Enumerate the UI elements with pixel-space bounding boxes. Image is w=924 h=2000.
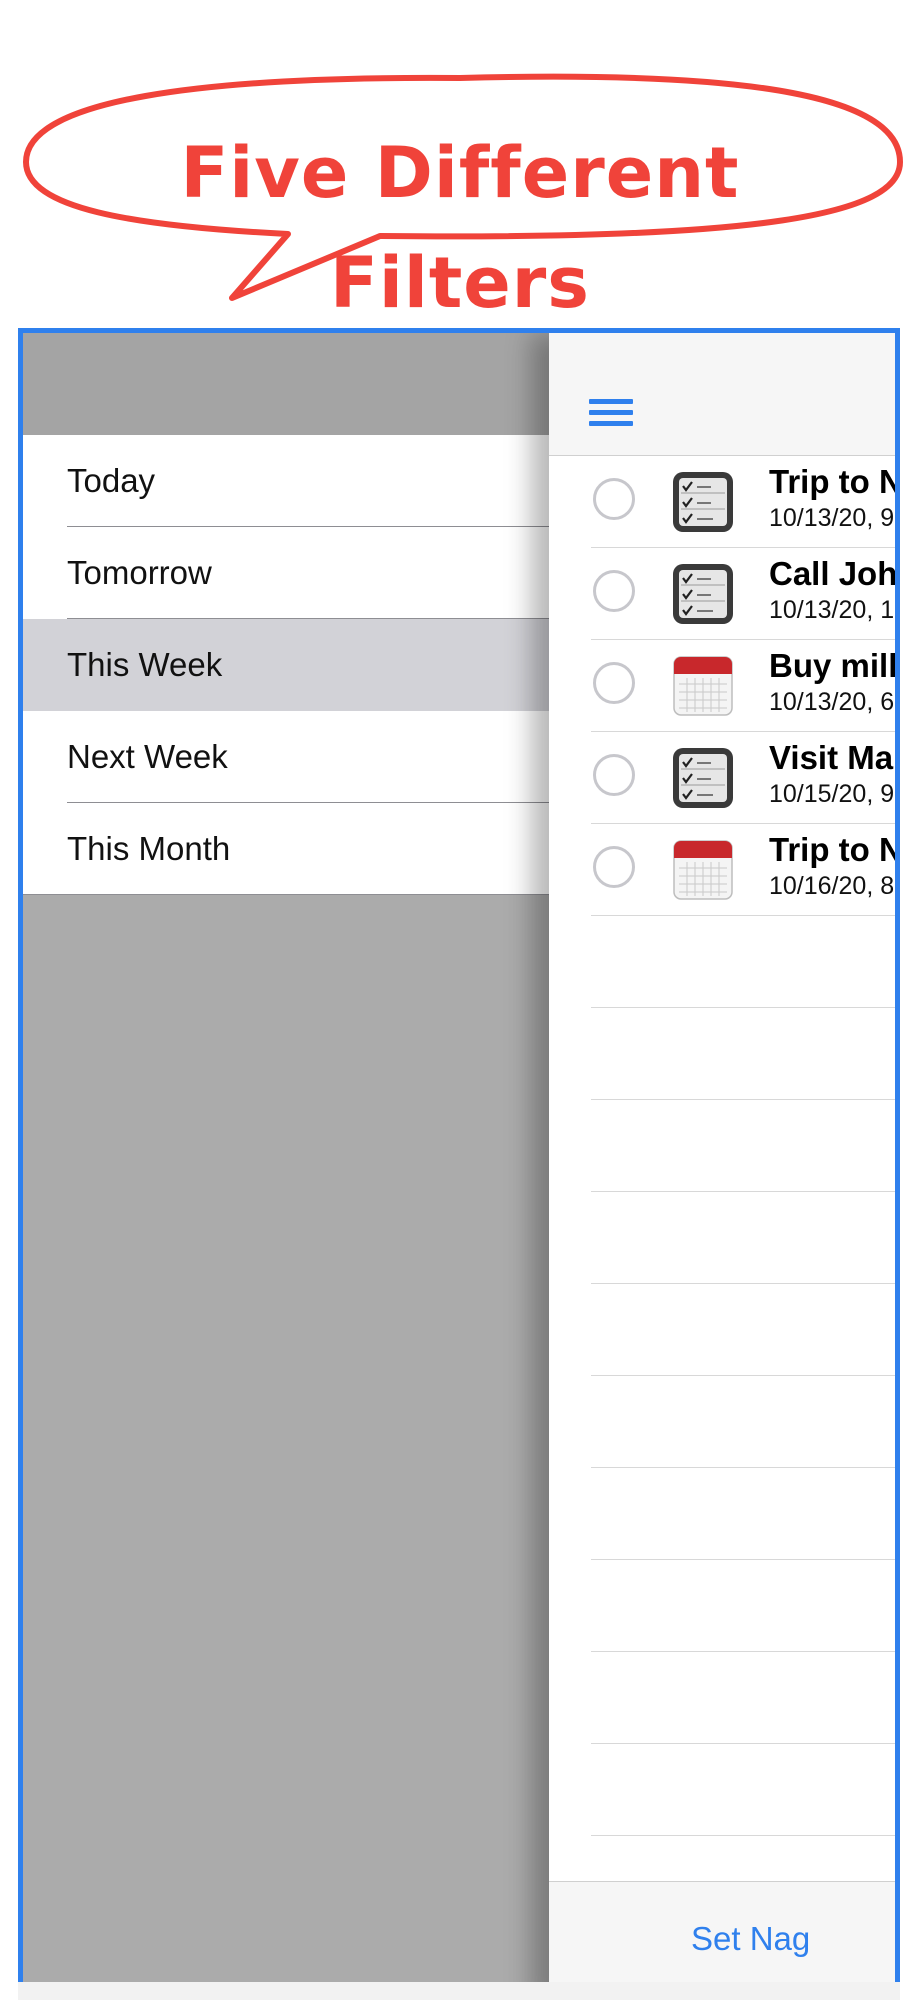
task-title: Visit Ma: [769, 739, 894, 776]
filter-list: Today Tomorrow This Week Next Week This …: [23, 435, 549, 895]
complete-checkbox[interactable]: [593, 846, 635, 888]
filter-this-week[interactable]: This Week: [23, 619, 549, 711]
filter-label: Today: [67, 462, 156, 499]
task-title: Trip to N: [769, 463, 900, 500]
divider: [23, 894, 549, 895]
banner: Five Different Filters: [0, 0, 924, 324]
empty-row: [549, 1008, 895, 1100]
task-title: Trip to N: [769, 831, 900, 868]
device-frame: Today Tomorrow This Week Next Week This …: [18, 328, 900, 2000]
empty-row: [549, 1652, 895, 1744]
task-row[interactable]: Call Joh 10/13/20, 1: [549, 548, 898, 640]
banner-headline: Five Different Filters: [180, 132, 740, 324]
sidebar-header: [23, 333, 549, 435]
empty-row: [549, 1744, 895, 1836]
calendar-icon: [673, 656, 733, 716]
navigation-bar: [549, 333, 895, 456]
menu-icon[interactable]: [589, 399, 633, 427]
empty-row: [549, 1284, 895, 1376]
filter-label: Next Week: [67, 738, 228, 775]
filter-label: This Month: [67, 830, 231, 867]
filter-this-month[interactable]: This Month: [23, 803, 549, 895]
task-row[interactable]: Buy mill 10/13/20, 6: [549, 640, 898, 732]
filters-sidebar: Today Tomorrow This Week Next Week This …: [23, 333, 549, 2000]
task-list: Trip to N 10/13/20, 9 Call Joh 10/13/20,…: [549, 456, 900, 1928]
checklist-icon: [673, 748, 733, 808]
set-nag-button[interactable]: Set Nag: [691, 1920, 810, 1958]
empty-row: [549, 1560, 895, 1652]
empty-row: [549, 1376, 895, 1468]
filter-today[interactable]: Today: [23, 435, 549, 527]
complete-checkbox[interactable]: [593, 478, 635, 520]
task-date: 10/13/20, 9: [769, 504, 895, 532]
filter-label: This Week: [67, 646, 223, 683]
empty-row: [549, 1468, 895, 1560]
complete-checkbox[interactable]: [593, 662, 635, 704]
task-date: 10/13/20, 1: [769, 596, 895, 624]
empty-row: [549, 916, 895, 1008]
bottom-strip: [18, 1982, 900, 2000]
empty-row: [549, 1192, 895, 1284]
filter-label: Tomorrow: [67, 554, 212, 591]
task-row[interactable]: Trip to N 10/16/20, 8: [549, 824, 900, 916]
task-row[interactable]: Visit Ma 10/15/20, 9: [549, 732, 895, 824]
task-list-panel: Trip to N 10/13/20, 9 Call Joh 10/13/20,…: [549, 333, 900, 2000]
empty-row: [549, 1100, 895, 1192]
complete-checkbox[interactable]: [593, 754, 635, 796]
task-title: Call Joh: [769, 555, 898, 592]
checklist-icon: [673, 564, 733, 624]
task-date: 10/13/20, 6: [769, 688, 895, 716]
filter-tomorrow[interactable]: Tomorrow: [23, 527, 549, 619]
checklist-icon: [673, 472, 733, 532]
task-date: 10/16/20, 8: [769, 872, 895, 900]
task-title: Buy mill: [769, 647, 898, 684]
task-date: 10/15/20, 9: [769, 780, 895, 808]
calendar-icon: [673, 840, 733, 900]
complete-checkbox[interactable]: [593, 570, 635, 612]
filter-next-week[interactable]: Next Week: [23, 711, 549, 803]
task-row[interactable]: Trip to N 10/13/20, 9: [549, 456, 900, 548]
